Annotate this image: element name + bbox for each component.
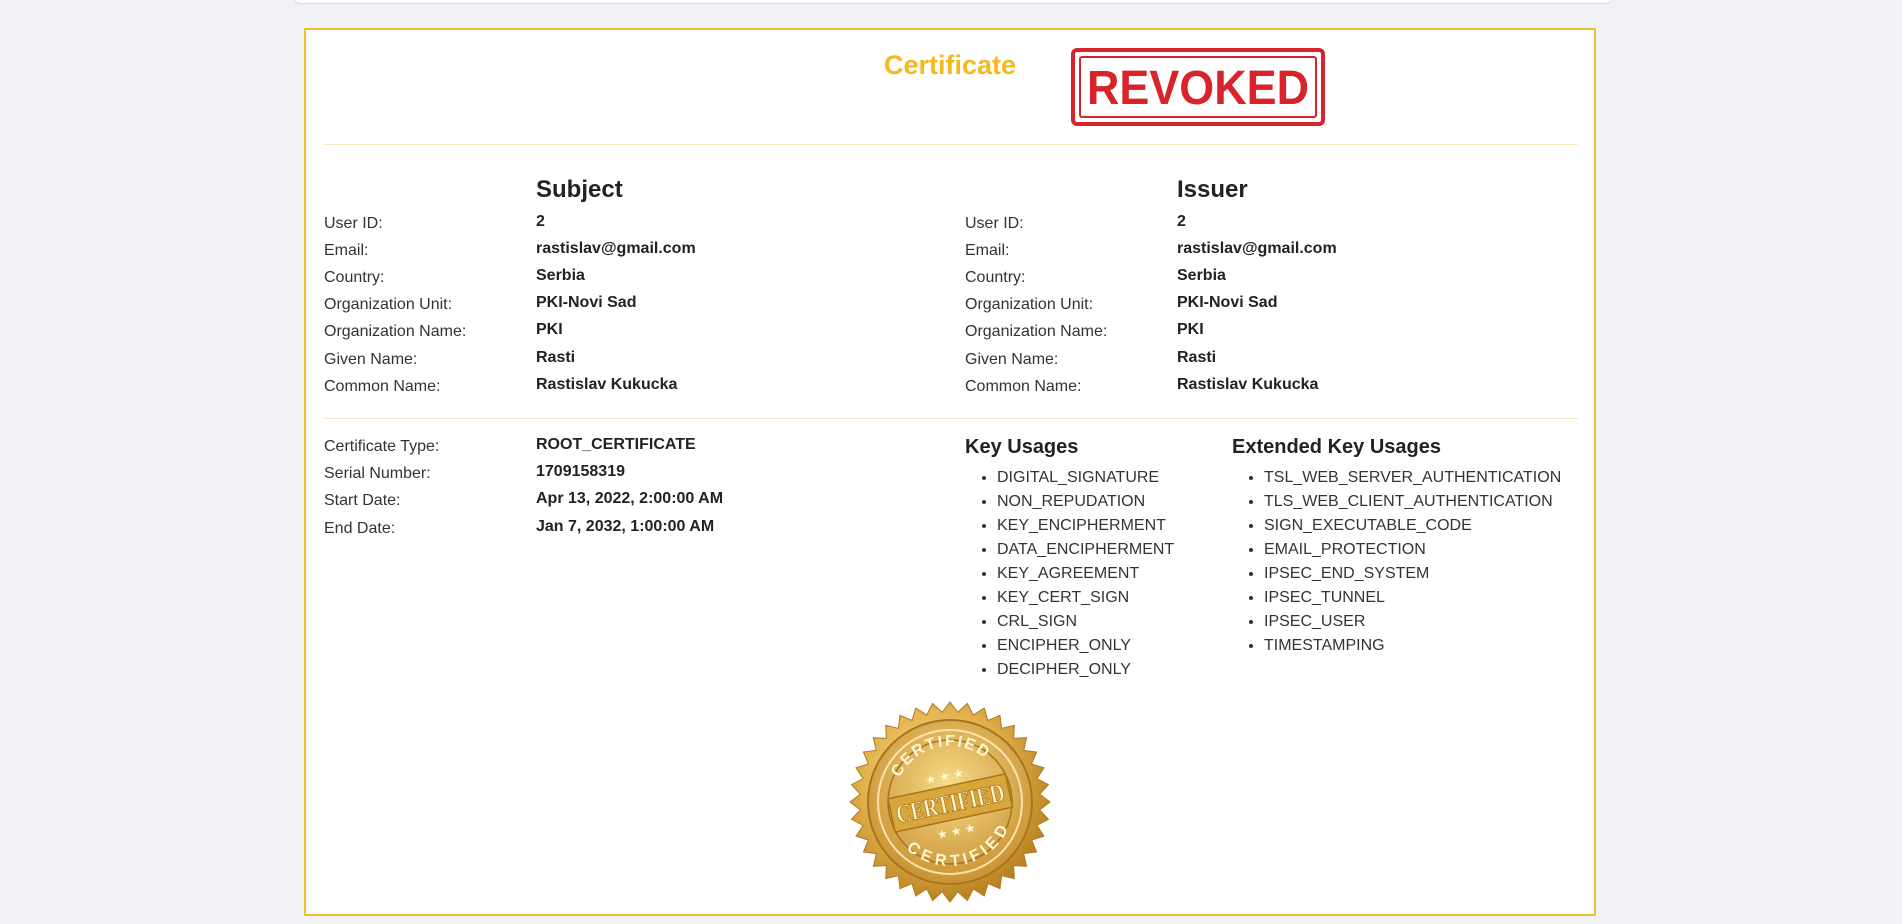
subject-org-name-label: Organization Name: (324, 323, 467, 340)
key-usage-item: NON_REPUDATION (997, 490, 1174, 514)
subject-org-unit-value: PKI-Novi Sad (536, 294, 637, 311)
subject-common-name-value: Rastislav Kukucka (536, 376, 678, 393)
key-usage-item: ENCIPHER_ONLY (997, 634, 1174, 658)
certificate-card: Certificate REVOKED Subject User ID: 2 E… (304, 28, 1596, 916)
key-usage-item: CRL_SIGN (997, 610, 1174, 634)
key-usage-item: KEY_ENCIPHERMENT (997, 514, 1174, 538)
revoked-stamp-icon: REVOKED (1071, 48, 1325, 126)
subject-org-name-value: PKI (536, 321, 563, 338)
extended-key-usages-list: TSL_WEB_SERVER_AUTHENTICATION TLS_WEB_CL… (1232, 466, 1561, 658)
extended-key-usage-item: IPSEC_TUNNEL (1264, 586, 1561, 610)
subject-country-label: Country: (324, 269, 385, 286)
subject-org-unit-label: Organization Unit: (324, 296, 453, 313)
issuer-heading: Issuer (1177, 176, 1248, 203)
subject-common-name-label: Common Name: (324, 378, 441, 395)
extended-key-usage-item: TIMESTAMPING (1264, 634, 1561, 658)
issuer-common-name-label: Common Name: (965, 378, 1082, 395)
issuer-country-label: Country: (965, 269, 1026, 286)
issuer-org-name-value: PKI (1177, 321, 1204, 338)
page-title: Certificate (883, 50, 1017, 80)
key-usages-heading: Key Usages (965, 436, 1079, 458)
issuer-email-value: rastislav@gmail.com (1177, 240, 1337, 257)
key-usages-list: DIGITAL_SIGNATURE NON_REPUDATION KEY_ENC… (965, 466, 1174, 682)
issuer-user-id-value: 2 (1177, 213, 1186, 230)
issuer-given-name-value: Rasti (1177, 349, 1217, 366)
start-date-label: Start Date: (324, 492, 401, 509)
key-usage-item: KEY_AGREEMENT (997, 562, 1174, 586)
extended-key-usage-item: IPSEC_END_SYSTEM (1264, 562, 1561, 586)
subject-user-id-label: User ID: (324, 215, 383, 232)
certificate-type-label: Certificate Type: (324, 438, 440, 455)
key-usage-item: DIGITAL_SIGNATURE (997, 466, 1174, 490)
key-usage-item: DECIPHER_ONLY (997, 658, 1174, 682)
issuer-common-name-value: Rastislav Kukucka (1177, 376, 1319, 393)
serial-number-value: 1709158319 (536, 463, 625, 480)
top-card (294, 0, 1612, 4)
extended-key-usage-item: SIGN_EXECUTABLE_CODE (1264, 514, 1561, 538)
serial-number-label: Serial Number: (324, 465, 431, 482)
divider (324, 144, 1578, 145)
extended-key-usage-item: TLS_WEB_CLIENT_AUTHENTICATION (1264, 490, 1561, 514)
extended-key-usage-item: IPSEC_USER (1264, 610, 1561, 634)
extended-key-usage-item: TSL_WEB_SERVER_AUTHENTICATION (1264, 466, 1561, 490)
end-date-value: Jan 7, 2032, 1:00:00 AM (536, 518, 715, 535)
issuer-org-name-label: Organization Name: (965, 323, 1108, 340)
subject-country-value: Serbia (536, 267, 585, 284)
subject-heading: Subject (536, 176, 623, 203)
certified-seal-icon: CERTIFIED CERTIFIED CERTIFIED ★ ★ ★ ★ ★ … (849, 701, 1051, 903)
revoked-stamp-text: REVOKED (1087, 62, 1309, 115)
issuer-user-id-label: User ID: (965, 215, 1024, 232)
key-usage-item: KEY_CERT_SIGN (997, 586, 1174, 610)
certificate-type-value: ROOT_CERTIFICATE (536, 436, 696, 453)
issuer-email-label: Email: (965, 242, 1010, 259)
extended-key-usage-item: EMAIL_PROTECTION (1264, 538, 1561, 562)
extended-key-usages-heading: Extended Key Usages (1232, 436, 1441, 458)
issuer-org-unit-value: PKI-Novi Sad (1177, 294, 1278, 311)
subject-given-name-label: Given Name: (324, 351, 418, 368)
subject-user-id-value: 2 (536, 213, 545, 230)
subject-email-value: rastislav@gmail.com (536, 240, 696, 257)
issuer-org-unit-label: Organization Unit: (965, 296, 1094, 313)
divider (324, 418, 1578, 419)
subject-given-name-value: Rasti (536, 349, 576, 366)
issuer-given-name-label: Given Name: (965, 351, 1059, 368)
key-usage-item: DATA_ENCIPHERMENT (997, 538, 1174, 562)
subject-email-label: Email: (324, 242, 369, 259)
issuer-country-value: Serbia (1177, 267, 1226, 284)
start-date-value: Apr 13, 2022, 2:00:00 AM (536, 490, 724, 507)
end-date-label: End Date: (324, 520, 396, 537)
